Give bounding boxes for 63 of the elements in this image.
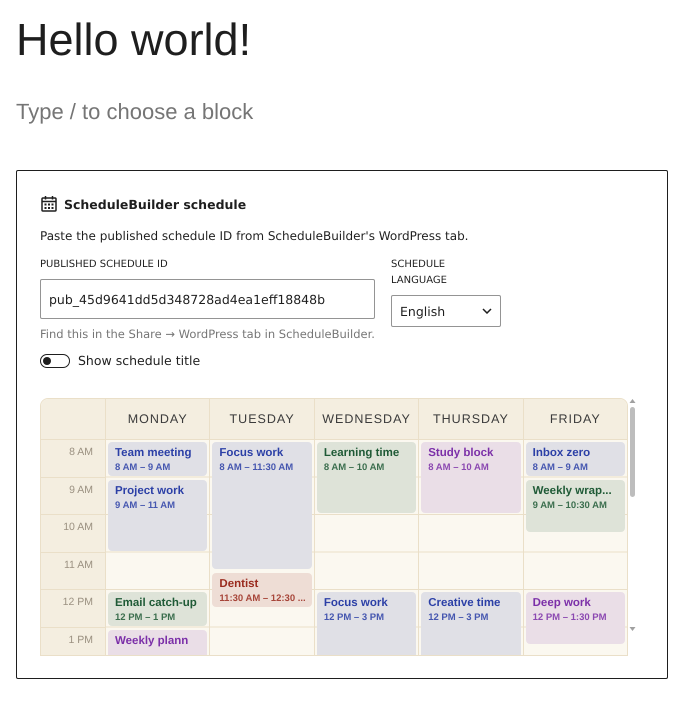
calendar-event[interactable]: Deep work 12 PM – 1:30 PM [526,592,626,644]
event-time: 12 PM – 3 PM [324,612,384,624]
hour-label: 9 AM [41,478,105,515]
event-title: Learning time [324,446,400,460]
page-heading: Hello world! [16,13,252,67]
event-time: 8 AM – 9 AM [532,462,588,474]
day-header: FRIDAY [548,411,602,428]
event-time: 12 PM – 3 PM [428,612,488,624]
calendar-event[interactable]: Weekly wrap... 9 AM – 10:30 AM [526,480,626,532]
toggle-label: Show schedule title [78,353,200,368]
event-time: 8 AM – 9 AM [115,462,170,474]
chevron-down-icon [482,308,492,314]
calendar-event[interactable]: Email catch-up 12 PM – 1 PM [108,592,208,626]
calendar-event[interactable]: Dentist 11:30 AM – 12:30 ... [212,573,312,607]
hour-label: 12 PM [41,590,105,628]
event-time: 8 AM – 10 AM [324,462,384,474]
day-header: MONDAY [106,399,210,439]
field-label: PUBLISHED SCHEDULE ID [40,258,168,272]
hour-label: 8 AM [41,440,105,478]
calendar-event[interactable]: Focus work 12 PM – 3 PM [316,592,416,655]
event-title: Dentist [219,577,258,592]
calendar-event[interactable]: Creative time 12 PM – 3 PM [421,592,521,655]
calendar-event[interactable]: Team meeting 8 AM – 9 AM [108,442,208,476]
calendar-event[interactable]: Inbox zero 8 AM – 9 AM [526,442,626,476]
calendar-icon [40,195,58,213]
event-title: Focus work [324,596,388,610]
event-title: Project work [115,484,184,498]
event-time: 12 PM – 1:30 PM [532,612,607,624]
day-header: WEDNESDAY [314,399,420,439]
event-title: Study block [428,446,494,460]
day-header: TUESDAY [210,399,315,439]
calendar-event[interactable]: Learning time 8 AM – 10 AM [316,442,416,513]
toggle-switch[interactable] [40,354,70,368]
hour-label: 11 AM [41,552,105,590]
field-help-text: Find this in the Share → WordPress tab in ScheduleBuilder. [40,327,375,341]
calendar-event[interactable]: Study block 8 AM – 10 AM [421,442,521,513]
scrollbar-drawing[interactable] [628,398,637,632]
event-time: 9 AM – 11 AM [115,500,176,512]
event-title: Deep work [532,596,591,610]
event-title: Email catch-up [115,596,197,610]
event-time: 11:30 AM – 12:30 ... [219,593,306,606]
hour-label: 10 AM [41,515,105,552]
event-time: 8 AM – 10 AM [428,462,489,474]
calendar-event[interactable]: Weekly plann [108,630,208,655]
block-title: ScheduleBuilder schedule [64,196,246,212]
day-header: THURSDAY [419,399,524,439]
event-title: Inbox zero [532,446,590,460]
event-title: Focus work [219,446,284,460]
event-time: 12 PM – 1 PM [115,612,176,624]
schedule-id-input[interactable]: pub_45d9641dd5d348728ad4ea1eff18848b [40,279,375,319]
field-label: SCHEDULE LANGUAGE [391,258,448,288]
block-description: Paste the published schedule ID from ScheduleBuilder's WordPress tab. [40,229,468,243]
block-placeholder[interactable]: Type / to choose a block [16,98,254,126]
event-title: Weekly wrap... [532,484,612,498]
event-title: Team meeting [115,446,192,460]
calendar-event[interactable]: Project work 9 AM – 11 AM [108,480,208,550]
event-time: 9 AM – 10:30 AM [532,500,607,512]
event-title: Weekly plann [115,634,188,648]
language-select[interactable]: English [391,295,501,327]
calendar-event[interactable]: Focus work 8 AM – 11:30 AM [212,442,312,570]
event-time: 8 AM – 11:30 AM [219,462,294,474]
event-title: Creative time [428,596,500,610]
hour-label: 1 PM [41,628,105,655]
